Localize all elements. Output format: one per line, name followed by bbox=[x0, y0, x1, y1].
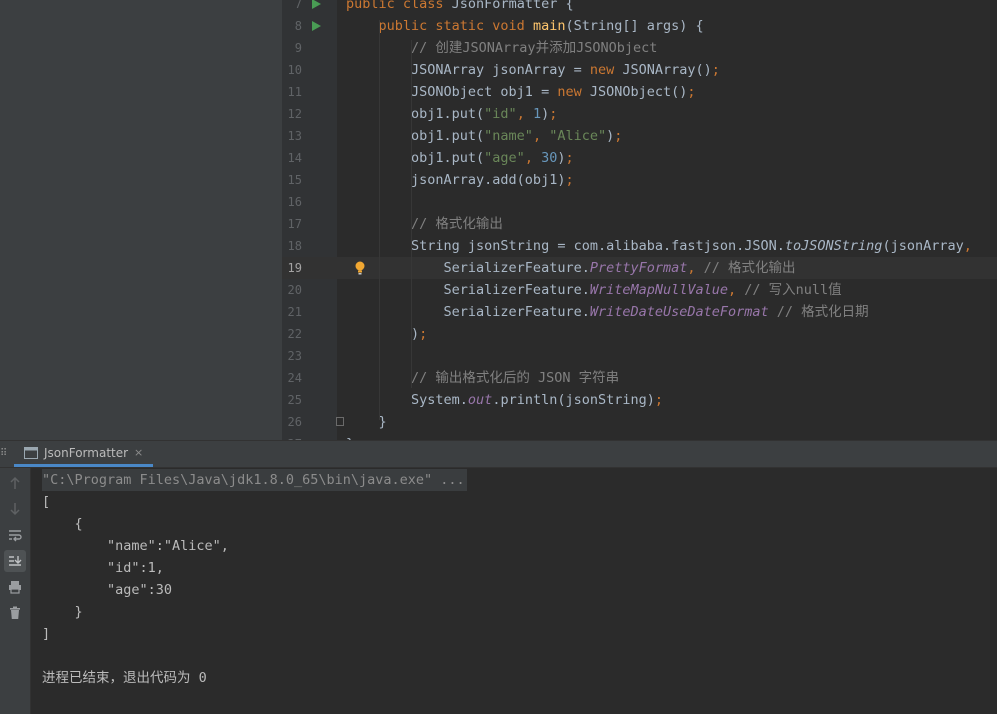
code-line[interactable]: 19 SerializerFeature.PrettyFormat, // 格式… bbox=[282, 257, 997, 279]
code-text: public class JsonFormatter { bbox=[346, 0, 574, 12]
code-line[interactable]: 13 obj1.put("name", "Alice"); bbox=[282, 125, 997, 147]
code-text: SerializerFeature.WriteDateUseDateFormat… bbox=[346, 304, 869, 320]
run-tool-window: ⠿ JsonFormatter × "C:\Program Files\Java… bbox=[0, 440, 997, 714]
arrow-down-icon[interactable] bbox=[4, 498, 26, 520]
run-gutter-icon[interactable] bbox=[312, 0, 321, 9]
line-number: 13 bbox=[287, 129, 302, 143]
line-number: 25 bbox=[287, 393, 302, 407]
code-text: ); bbox=[346, 326, 428, 342]
soft-wrap-icon[interactable] bbox=[4, 524, 26, 546]
code-line[interactable]: 12 obj1.put("id", 1); bbox=[282, 103, 997, 125]
console-line: { bbox=[42, 516, 83, 532]
code-line[interactable]: 14 obj1.put("age", 30); bbox=[282, 147, 997, 169]
code-text: // 格式化输出 bbox=[411, 216, 503, 232]
code-text: String jsonString = com.alibaba.fastjson… bbox=[346, 238, 972, 254]
code-text: obj1.put("id", 1); bbox=[346, 106, 558, 122]
print-icon[interactable] bbox=[4, 576, 26, 598]
code-line[interactable]: 23 bbox=[282, 345, 997, 367]
fold-icon[interactable] bbox=[336, 417, 344, 426]
code-line[interactable]: 8 public static void main(String[] args)… bbox=[282, 15, 997, 37]
indent-guide bbox=[379, 20, 380, 420]
code-line[interactable]: 16 bbox=[282, 191, 997, 213]
code-line[interactable]: 24 // 输出格式化后的 JSON 字符串 bbox=[282, 367, 997, 389]
run-side-toolbar bbox=[0, 468, 31, 714]
console-line: "age":30 bbox=[42, 582, 173, 598]
code-line[interactable]: 21 SerializerFeature.WriteDateUseDateFor… bbox=[282, 301, 997, 323]
code-text: SerializerFeature.PrettyFormat, // 格式化输出 bbox=[346, 260, 796, 276]
line-number: 14 bbox=[287, 151, 302, 165]
code-line[interactable]: 15 jsonArray.add(obj1); bbox=[282, 169, 997, 191]
console-line: 进程已结束，退出代码为 0 bbox=[42, 670, 207, 686]
line-number: 10 bbox=[287, 63, 302, 77]
code-text: SerializerFeature.WriteMapNullValue, // … bbox=[346, 282, 842, 298]
console-line: [ bbox=[42, 494, 51, 510]
code-text: public static void main(String[] args) { bbox=[378, 18, 704, 34]
code-line[interactable]: 9 // 创建JSONArray并添加JSONObject bbox=[282, 37, 997, 59]
line-number: 19 bbox=[287, 261, 302, 275]
code-text: obj1.put("name", "Alice"); bbox=[346, 128, 623, 144]
code-text: jsonArray.add(obj1); bbox=[346, 172, 574, 188]
code-text: // 创建JSONArray并添加JSONObject bbox=[411, 40, 658, 56]
line-number: 23 bbox=[287, 349, 302, 363]
line-number: 18 bbox=[287, 239, 302, 253]
run-gutter-icon[interactable] bbox=[312, 21, 321, 31]
line-number: 15 bbox=[287, 173, 302, 187]
project-panel bbox=[0, 0, 282, 440]
console-line: } bbox=[42, 604, 83, 620]
scroll-to-end-icon[interactable] bbox=[4, 550, 26, 572]
console-line: ] bbox=[42, 626, 51, 642]
tab-jsonformatter[interactable]: JsonFormatter × bbox=[14, 441, 154, 467]
code-text: } bbox=[346, 433, 354, 440]
line-number: 27 bbox=[282, 433, 302, 440]
code-line[interactable]: 17 // 格式化输出 bbox=[282, 213, 997, 235]
code-line[interactable]: 11 JSONObject obj1 = new JSONObject(); bbox=[282, 81, 997, 103]
trash-icon[interactable] bbox=[4, 602, 26, 624]
console-line: "id":1, bbox=[42, 560, 164, 576]
console-line: "name":"Alice", bbox=[42, 538, 229, 554]
code-line[interactable]: 10 JSONArray jsonArray = new JSONArray()… bbox=[282, 59, 997, 81]
drag-handle-icon[interactable]: ⠿ bbox=[0, 449, 7, 459]
tab-label: JsonFormatter bbox=[44, 445, 129, 460]
code-text: JSONArray jsonArray = new JSONArray(); bbox=[346, 62, 720, 78]
line-number: 24 bbox=[287, 371, 302, 385]
code-text: } bbox=[346, 414, 387, 430]
line-number: 22 bbox=[287, 327, 302, 341]
line-number: 12 bbox=[287, 107, 302, 121]
line-number: 9 bbox=[294, 41, 302, 55]
code-line[interactable]: 7 public class JsonFormatter { bbox=[282, 0, 997, 15]
indent-guide bbox=[411, 40, 412, 388]
line-number: 11 bbox=[287, 85, 302, 99]
code-text: obj1.put("age", 30); bbox=[346, 150, 574, 166]
code-line[interactable]: 26 } bbox=[282, 411, 997, 433]
line-number: 17 bbox=[287, 217, 302, 231]
code-line[interactable]: 20 SerializerFeature.WriteMapNullValue, … bbox=[282, 279, 997, 301]
code-line[interactable]: 22 ); bbox=[282, 323, 997, 345]
line-number: 26 bbox=[287, 415, 302, 429]
code-text: System.out.println(jsonString); bbox=[346, 392, 664, 408]
line-number: 7 bbox=[294, 0, 302, 11]
line-number: 21 bbox=[287, 305, 302, 319]
line-number: 8 bbox=[294, 19, 302, 33]
code-editor[interactable]: 7 public class JsonFormatter { 8 public st… bbox=[282, 0, 997, 440]
code-text: JSONObject obj1 = new JSONObject(); bbox=[346, 84, 696, 100]
code-text: // 输出格式化后的 JSON 字符串 bbox=[411, 370, 620, 386]
close-icon[interactable]: × bbox=[134, 446, 143, 459]
code-line[interactable]: 27} bbox=[282, 433, 997, 440]
console-command-line: "C:\Program Files\Java\jdk1.8.0_65\bin\j… bbox=[42, 469, 467, 491]
run-tab-bar: ⠿ JsonFormatter × bbox=[0, 441, 997, 468]
console-icon bbox=[24, 446, 38, 459]
line-number: 20 bbox=[287, 283, 302, 297]
line-number: 16 bbox=[287, 195, 302, 209]
code-line[interactable]: 25 System.out.println(jsonString); bbox=[282, 389, 997, 411]
console-output[interactable]: "C:\Program Files\Java\jdk1.8.0_65\bin\j… bbox=[42, 468, 982, 714]
arrow-up-icon[interactable] bbox=[4, 472, 26, 494]
code-line[interactable]: 18 String jsonString = com.alibaba.fastj… bbox=[282, 235, 997, 257]
